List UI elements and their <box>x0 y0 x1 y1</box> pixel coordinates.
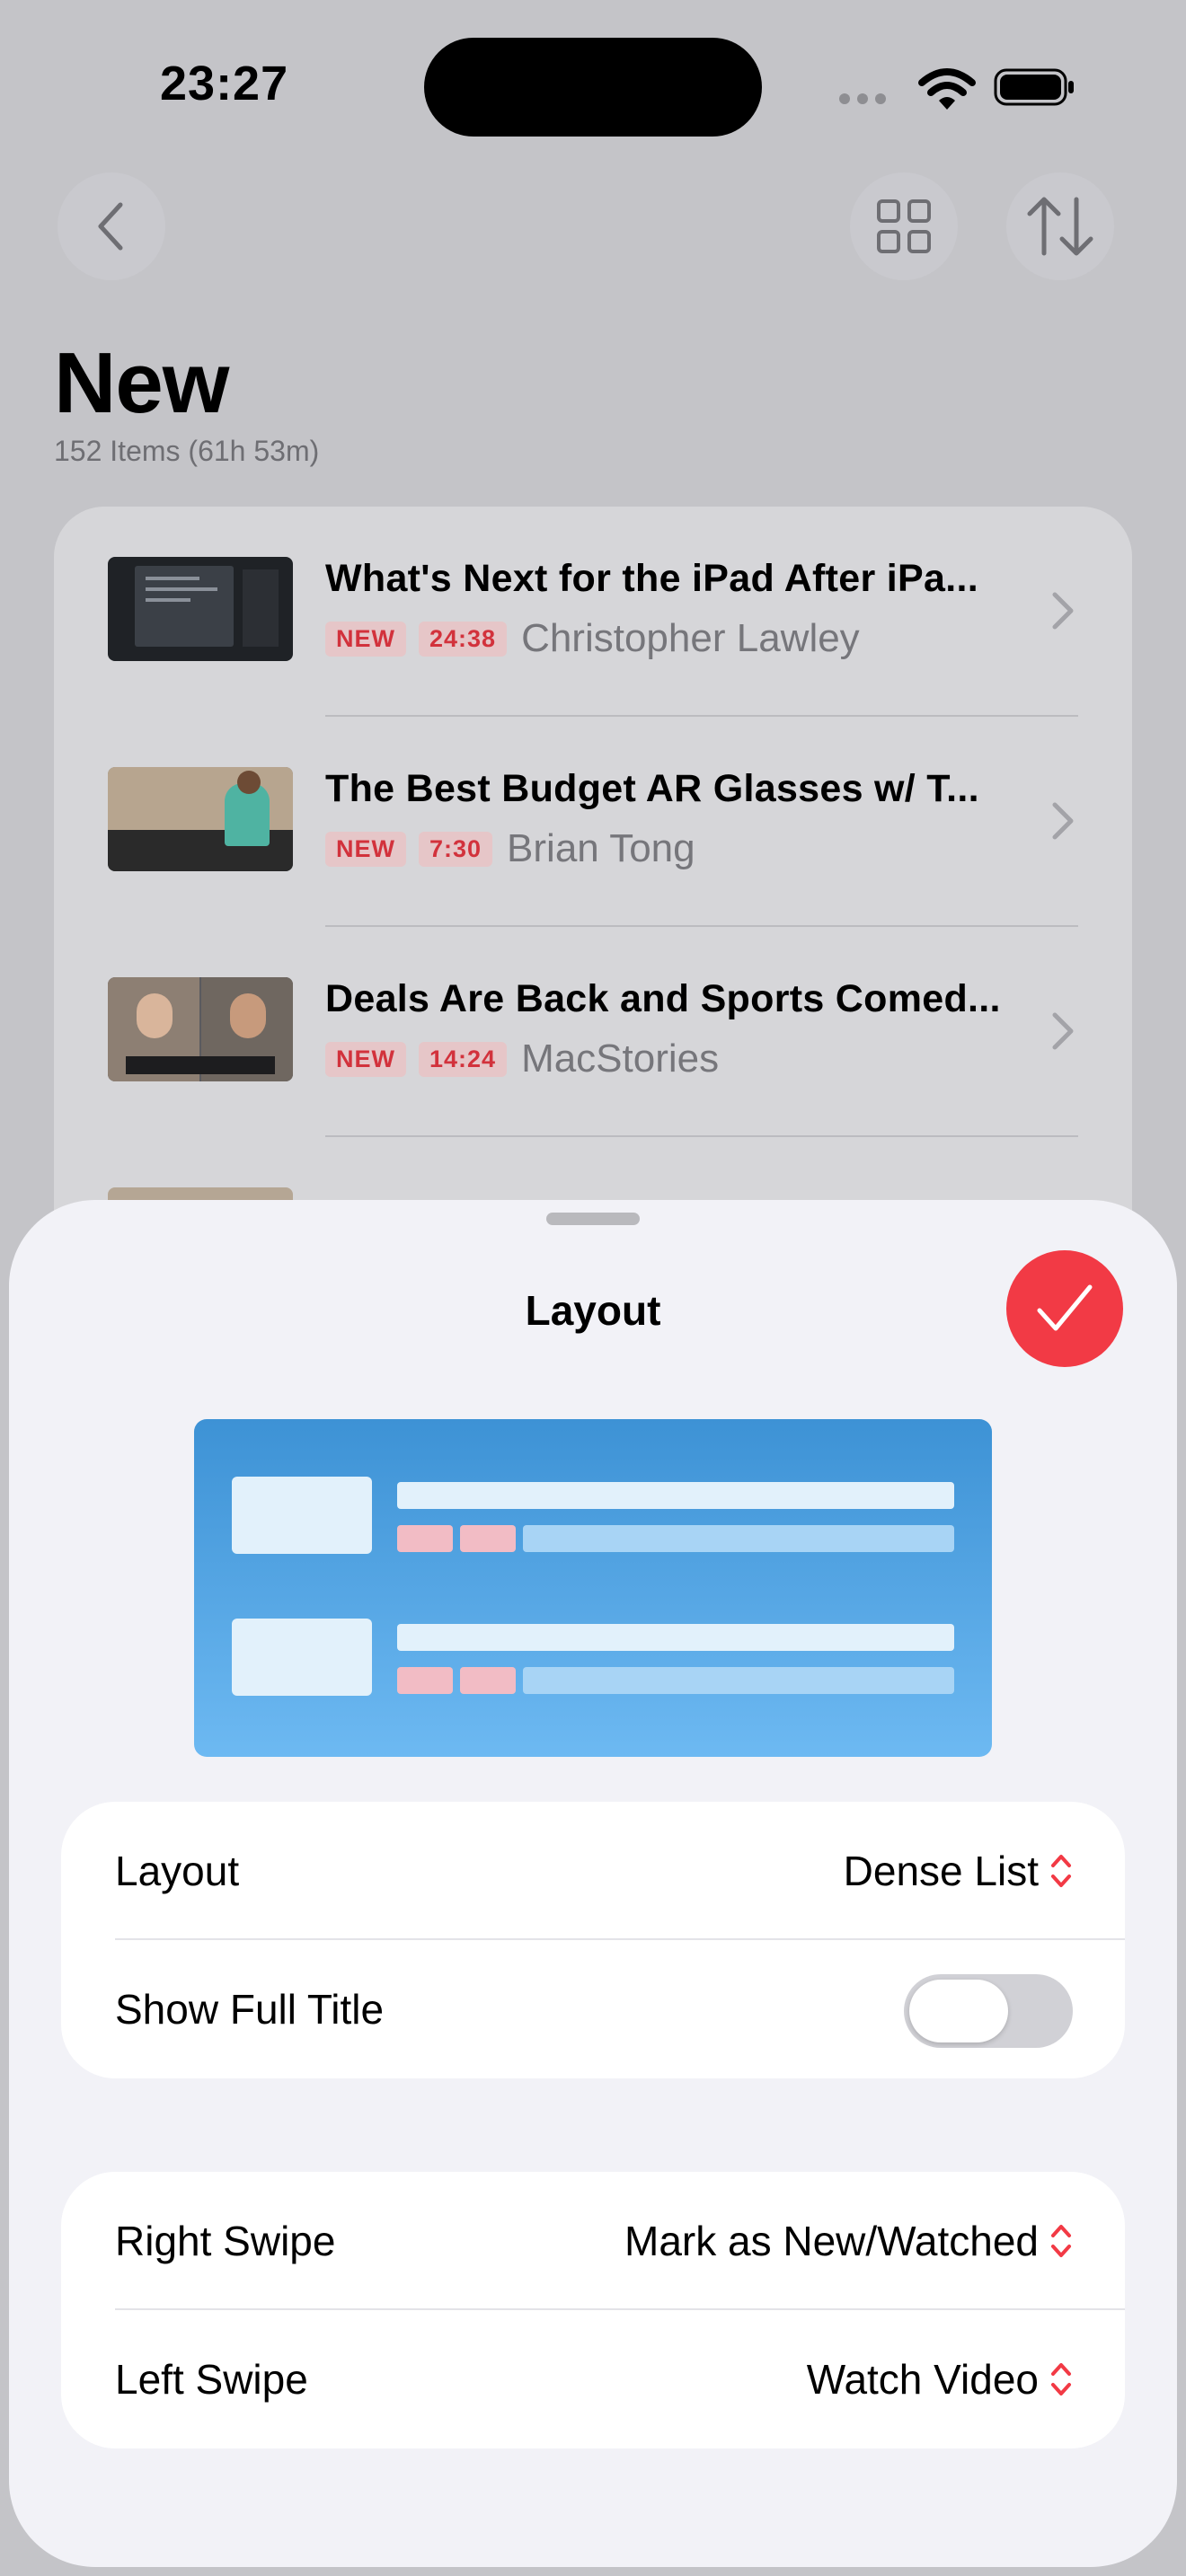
new-badge: NEW <box>325 831 406 867</box>
chevron-right-icon <box>1052 802 1074 840</box>
layout-grid-button[interactable] <box>850 172 958 280</box>
right-swipe-label: Right Swipe <box>115 2218 336 2264</box>
cellular-signal-icon <box>839 93 904 105</box>
chevron-up-down-icon <box>1051 1855 1071 1887</box>
preview-subtitle-line <box>523 1525 954 1552</box>
preview-badge <box>460 1667 516 1694</box>
sort-arrows-icon <box>1027 197 1093 256</box>
right-swipe-value[interactable]: Mark as New/Watched <box>624 2217 1073 2265</box>
duration-badge: 7:30 <box>419 831 493 867</box>
video-title: What's Next for the iPad After iPa... <box>325 557 978 600</box>
page-title: New <box>54 335 229 431</box>
layout-picker-row[interactable]: Layout Dense List <box>61 1802 1125 1940</box>
layout-value[interactable]: Dense List <box>844 1847 1073 1895</box>
layout-preview <box>194 1419 992 1757</box>
chevron-up-down-icon <box>1051 2363 1071 2395</box>
status-time: 23:27 <box>160 57 289 110</box>
preview-thumbnail <box>232 1477 372 1554</box>
layout-sheet: Layout Layout Dense List Show Full Title <box>9 1200 1177 2567</box>
channel-name: Christopher Lawley <box>521 616 860 660</box>
checkmark-icon <box>1037 1284 1093 1331</box>
chevron-left-icon <box>98 202 123 251</box>
video-row[interactable]: What's Next for the iPad After iPa... NE… <box>54 507 1132 717</box>
video-list: What's Next for the iPad After iPa... NE… <box>54 507 1132 1315</box>
video-title: The Best Budget AR Glasses w/ T... <box>325 767 979 810</box>
sort-button[interactable] <box>1006 172 1114 280</box>
back-button[interactable] <box>58 172 165 280</box>
preview-badge <box>397 1525 453 1552</box>
video-meta: NEW 24:38 Christopher Lawley <box>325 616 860 661</box>
page-subtitle: 152 Items (61h 53m) <box>54 435 320 467</box>
show-full-title-row: Show Full Title <box>61 1940 1125 2078</box>
grid-icon <box>877 199 931 253</box>
left-swipe-row[interactable]: Left Swipe Watch Video <box>61 2310 1125 2448</box>
video-row[interactable]: Deals Are Back and Sports Comed... NEW 1… <box>54 927 1132 1137</box>
dynamic-island <box>424 38 762 137</box>
left-swipe-label: Left Swipe <box>115 2356 308 2403</box>
chevron-right-icon <box>1052 592 1074 630</box>
show-full-title-label: Show Full Title <box>115 1986 385 2033</box>
new-badge: NEW <box>325 1041 406 1077</box>
preview-title-line <box>397 1624 954 1651</box>
battery-icon <box>994 68 1074 106</box>
video-title: Deals Are Back and Sports Comed... <box>325 977 1001 1020</box>
toggle-knob <box>909 1980 1008 2042</box>
chevron-right-icon <box>1052 1012 1074 1050</box>
video-thumbnail <box>108 977 293 1081</box>
duration-badge: 14:24 <box>419 1041 508 1077</box>
channel-name: Brian Tong <box>507 826 695 870</box>
new-badge: NEW <box>325 621 406 657</box>
swipe-settings-group: Right Swipe Mark as New/Watched Left Swi… <box>61 2172 1125 2448</box>
video-row[interactable]: The Best Budget AR Glasses w/ T... NEW 7… <box>54 717 1132 927</box>
duration-badge: 24:38 <box>419 621 508 657</box>
left-swipe-value[interactable]: Watch Video <box>807 2355 1073 2404</box>
show-full-title-toggle[interactable] <box>904 1974 1073 2048</box>
sheet-title: Layout <box>525 1287 661 1334</box>
video-thumbnail <box>108 557 293 661</box>
chevron-up-down-icon <box>1051 2225 1071 2257</box>
sheet-grabber[interactable] <box>546 1213 640 1225</box>
channel-name: MacStories <box>521 1037 720 1081</box>
layout-value-text: Dense List <box>843 1848 1039 1894</box>
done-button[interactable] <box>1006 1250 1123 1367</box>
preview-thumbnail <box>232 1619 372 1696</box>
preview-subtitle-line <box>523 1667 954 1694</box>
preview-title-line <box>397 1482 954 1509</box>
wifi-icon <box>918 68 976 110</box>
video-meta: NEW 14:24 MacStories <box>325 1037 719 1081</box>
right-swipe-value-text: Mark as New/Watched <box>624 2218 1039 2264</box>
right-swipe-row[interactable]: Right Swipe Mark as New/Watched <box>61 2172 1125 2310</box>
layout-label: Layout <box>115 1848 240 1894</box>
video-thumbnail <box>108 767 293 871</box>
preview-badge <box>460 1525 516 1552</box>
preview-badge <box>397 1667 453 1694</box>
left-swipe-value-text: Watch Video <box>806 2356 1039 2403</box>
video-meta: NEW 7:30 Brian Tong <box>325 826 695 871</box>
layout-settings-group: Layout Dense List Show Full Title <box>61 1802 1125 2078</box>
